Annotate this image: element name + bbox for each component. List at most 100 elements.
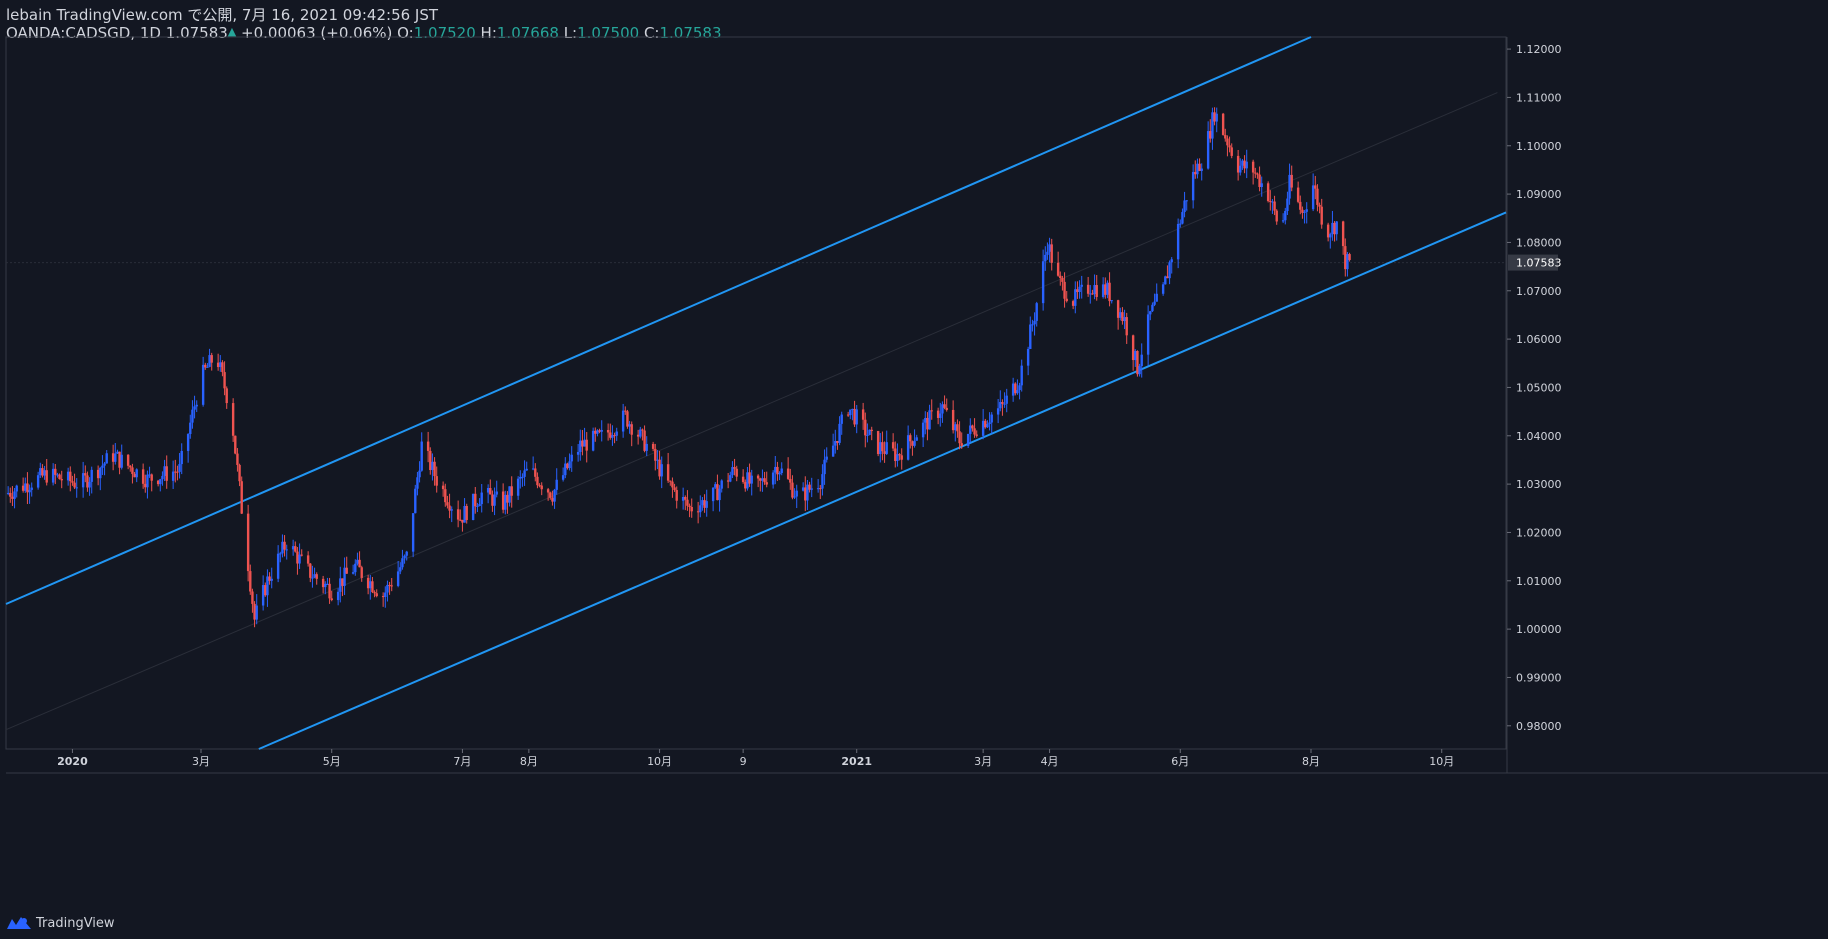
- candle-body: [733, 467, 736, 469]
- candle-body: [225, 388, 228, 404]
- candle-body: [741, 476, 745, 483]
- x-tick-label: 10月: [1429, 755, 1454, 768]
- candle-body: [360, 567, 363, 578]
- candle-body: [975, 434, 978, 436]
- candle-body: [306, 555, 310, 564]
- candle-body: [71, 481, 74, 483]
- candle-body: [1136, 350, 1139, 375]
- candle-body: [476, 505, 479, 507]
- candle-body: [174, 471, 177, 473]
- channel-middle-line[interactable]: [5, 92, 1498, 731]
- candle-body: [1080, 284, 1083, 287]
- candle-body: [291, 546, 295, 550]
- candle-body: [81, 473, 85, 488]
- candle-body: [870, 429, 873, 432]
- candle-body: [846, 414, 850, 416]
- candle-body: [898, 454, 901, 456]
- candle-body: [99, 467, 102, 479]
- x-tick-label: 2021: [841, 755, 872, 768]
- candle-body: [30, 487, 33, 490]
- candle-body: [341, 578, 344, 586]
- candle-body: [771, 472, 775, 485]
- candle-body: [431, 461, 434, 471]
- candle-body: [351, 572, 355, 574]
- price-chart[interactable]: 1.12000 1.11000 1.10000 1.09000 1.08000 1.070…: [0, 0, 1828, 939]
- candle-body: [681, 496, 685, 501]
- candle-body: [551, 497, 554, 502]
- candle-body: [371, 581, 374, 593]
- candle-body: [463, 505, 466, 523]
- candle-body: [936, 410, 940, 418]
- candle-body: [868, 429, 871, 435]
- candle-body: [831, 445, 835, 457]
- candle-body: [1101, 284, 1105, 297]
- candle-body: [1011, 383, 1015, 396]
- candle-body: [1296, 187, 1300, 202]
- candle-body: [1254, 172, 1257, 174]
- candle-body: [765, 482, 768, 485]
- candle-body: [1256, 173, 1259, 175]
- candle-body: [836, 441, 839, 443]
- candle-body: [819, 488, 822, 490]
- candle-body: [594, 430, 597, 434]
- candle-body: [1041, 261, 1045, 304]
- candle-body: [624, 410, 627, 412]
- candle-body: [671, 481, 674, 488]
- candle-body: [171, 471, 175, 481]
- candle-body: [720, 480, 723, 489]
- candle-body: [420, 441, 423, 471]
- candle-body: [823, 459, 826, 475]
- candle-body: [450, 509, 453, 511]
- candle-body: [1266, 183, 1270, 202]
- candle-body: [579, 440, 582, 452]
- candle-body: [1281, 220, 1285, 222]
- candle-body: [1318, 204, 1321, 207]
- candle-body: [1273, 201, 1276, 211]
- candle-body: [1230, 147, 1233, 156]
- candle-body: [11, 496, 14, 499]
- tradingview-logo-icon[interactable]: [6, 915, 32, 931]
- x-tick-label: 8月: [1302, 755, 1320, 768]
- candle-body: [165, 466, 168, 481]
- candle-body: [206, 366, 209, 368]
- y-tick-label: 1.11000: [1516, 91, 1562, 104]
- candle-body: [401, 558, 404, 568]
- candle-body: [591, 430, 595, 451]
- channel-upper-line[interactable]: [5, 36, 1312, 605]
- candle-body: [834, 441, 837, 446]
- candle-body: [966, 433, 970, 446]
- candle-body: [144, 483, 147, 488]
- candle-body: [1181, 212, 1184, 224]
- candle-body: [116, 451, 119, 454]
- channel-lower-line[interactable]: [258, 211, 1507, 750]
- candle-body: [1185, 200, 1188, 202]
- x-tick-label: 6月: [1171, 755, 1189, 768]
- candle-body: [41, 468, 44, 476]
- candle-body: [1271, 201, 1274, 203]
- candle-body: [1076, 289, 1079, 293]
- candle-body: [759, 478, 762, 481]
- candle-body: [1125, 317, 1128, 336]
- candle-body: [1056, 262, 1060, 276]
- candle-body: [1003, 403, 1006, 405]
- candle-body: [1215, 113, 1218, 122]
- candle-body: [639, 429, 642, 437]
- candle-body: [951, 409, 955, 431]
- candle-body: [568, 461, 571, 469]
- candle-body: [399, 567, 402, 572]
- candle-body: [28, 489, 31, 493]
- candle-body: [414, 488, 417, 514]
- footer-brand[interactable]: TradingView: [36, 916, 115, 931]
- candle-body: [561, 475, 565, 480]
- candle-body: [984, 420, 987, 428]
- candle-body: [296, 551, 299, 564]
- candle-body: [891, 442, 895, 449]
- candle-body: [103, 463, 106, 466]
- candle-body: [943, 404, 946, 408]
- candle-body: [1290, 174, 1293, 188]
- candle-body: [249, 571, 252, 592]
- candle-body: [756, 475, 760, 479]
- candle-body: [688, 505, 691, 507]
- candle-body: [969, 425, 972, 434]
- candle-body: [718, 488, 721, 501]
